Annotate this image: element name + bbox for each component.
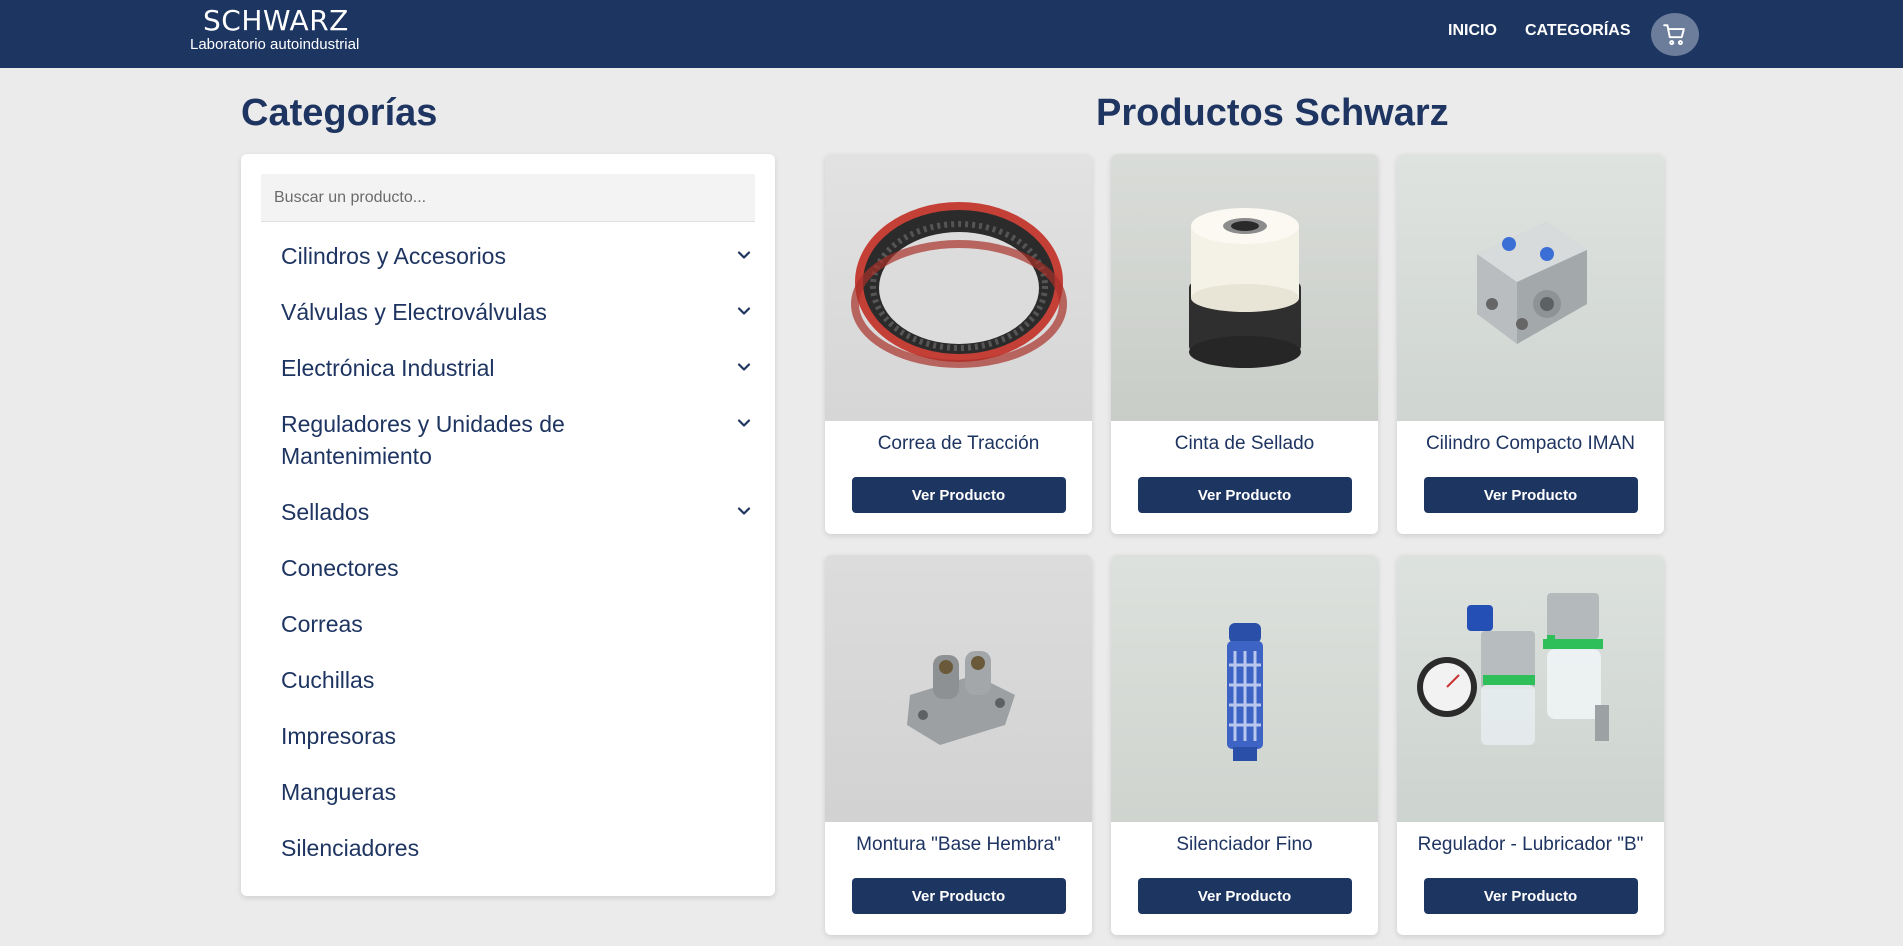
product-image-regulator[interactable] (1397, 555, 1664, 822)
product-image-cylinder[interactable] (1397, 154, 1664, 421)
product-card: Regulador - Lubricador "B" Ver Producto (1397, 555, 1664, 935)
nav-link-categorias[interactable]: CATEGORÍAS (1525, 22, 1630, 40)
product-card: Cinta de Sellado Ver Producto (1111, 154, 1378, 534)
mount-image (907, 651, 1015, 745)
product-name: Cilindro Compacto IMAN (1425, 433, 1636, 454)
category-item-sellados[interactable]: Sellados (281, 496, 755, 528)
category-label: Válvulas y Electroválvulas (281, 299, 547, 325)
view-product-button[interactable]: Ver Producto (1137, 878, 1352, 914)
category-label: Cuchillas (281, 667, 375, 693)
category-label: Reguladores y Unidades de Mantenimiento (281, 411, 565, 469)
category-item-impresoras[interactable]: Impresoras (281, 720, 755, 752)
categories-heading: Categorías (241, 92, 438, 134)
product-card: Montura "Base Hembra" Ver Producto (825, 555, 1092, 935)
logo-wordmark: SCHWARZ (203, 4, 349, 37)
cart-icon (1663, 23, 1685, 45)
chevron-down-icon[interactable] (737, 416, 751, 430)
view-product-button[interactable]: Ver Producto (851, 477, 1066, 513)
view-product-button[interactable]: Ver Producto (1423, 878, 1638, 914)
category-label: Impresoras (281, 723, 397, 749)
product-card: Cilindro Compacto IMAN Ver Producto (1397, 154, 1664, 534)
category-item-silenciadores[interactable]: Silenciadores (281, 832, 755, 864)
view-product-button[interactable]: Ver Producto (1423, 477, 1638, 513)
category-item-cuchillas[interactable]: Cuchillas (281, 664, 755, 696)
cart-button[interactable] (1651, 13, 1699, 56)
product-name: Silenciador Fino (1176, 834, 1313, 855)
category-item-correas[interactable]: Correas (281, 608, 755, 640)
category-label: Cilindros y Accesorios (281, 243, 506, 269)
logo-tagline: Laboratorio autoindustrial (190, 36, 360, 53)
cylinder-image (1477, 222, 1587, 344)
category-item-mangueras[interactable]: Mangueras (281, 776, 755, 808)
product-image-belt[interactable] (825, 154, 1092, 421)
product-name: Cinta de Sellado (1174, 433, 1315, 454)
view-product-button[interactable]: Ver Producto (1137, 477, 1352, 513)
product-image-mount[interactable] (825, 555, 1092, 822)
product-search-input[interactable] (261, 174, 755, 222)
tape-image (1189, 208, 1301, 368)
product-card: Silenciador Fino Ver Producto (1111, 555, 1378, 935)
product-name: Correa de Tracción (877, 433, 1040, 454)
category-item-cilindros[interactable]: Cilindros y Accesorios (281, 240, 755, 272)
category-label: Sellados (281, 499, 370, 525)
category-label: Conectores (281, 555, 399, 581)
category-item-electronica[interactable]: Electrónica Industrial (281, 352, 755, 384)
category-label: Electrónica Industrial (281, 355, 495, 381)
product-name: Montura "Base Hembra" (856, 834, 1061, 855)
products-heading: Productos Schwarz (1096, 92, 1449, 134)
category-item-conectores[interactable]: Conectores (281, 552, 755, 584)
nav-link-inicio[interactable]: INICIO (1448, 22, 1497, 40)
category-item-valvulas[interactable]: Válvulas y Electroválvulas (281, 296, 755, 328)
regulator-image (1417, 593, 1609, 745)
product-image-tape[interactable] (1111, 154, 1378, 421)
category-item-reguladores[interactable]: Reguladores y Unidades de Mantenimiento (281, 408, 755, 472)
silencer-image (1227, 623, 1263, 761)
belt-image (851, 202, 1067, 368)
chevron-down-icon[interactable] (737, 248, 751, 262)
category-list: Cilindros y Accesorios Válvulas y Electr… (281, 240, 755, 888)
product-image-silencer[interactable] (1111, 555, 1378, 822)
view-product-button[interactable]: Ver Producto (851, 878, 1066, 914)
chevron-down-icon[interactable] (737, 504, 751, 518)
category-label: Correas (281, 611, 363, 637)
category-label: Silenciadores (281, 835, 420, 861)
product-name: Regulador - Lubricador "B" (1417, 834, 1644, 855)
chevron-down-icon[interactable] (737, 360, 751, 374)
categories-panel: Cilindros y Accesorios Válvulas y Electr… (241, 154, 775, 896)
category-label: Mangueras (281, 779, 397, 805)
logo[interactable]: SCHWARZ Laboratorio autoindustrial (190, 4, 360, 54)
chevron-down-icon[interactable] (737, 304, 751, 318)
top-navbar: SCHWARZ Laboratorio autoindustrial INICI… (0, 0, 1903, 68)
product-card: Correa de Tracción Ver Producto (825, 154, 1092, 534)
